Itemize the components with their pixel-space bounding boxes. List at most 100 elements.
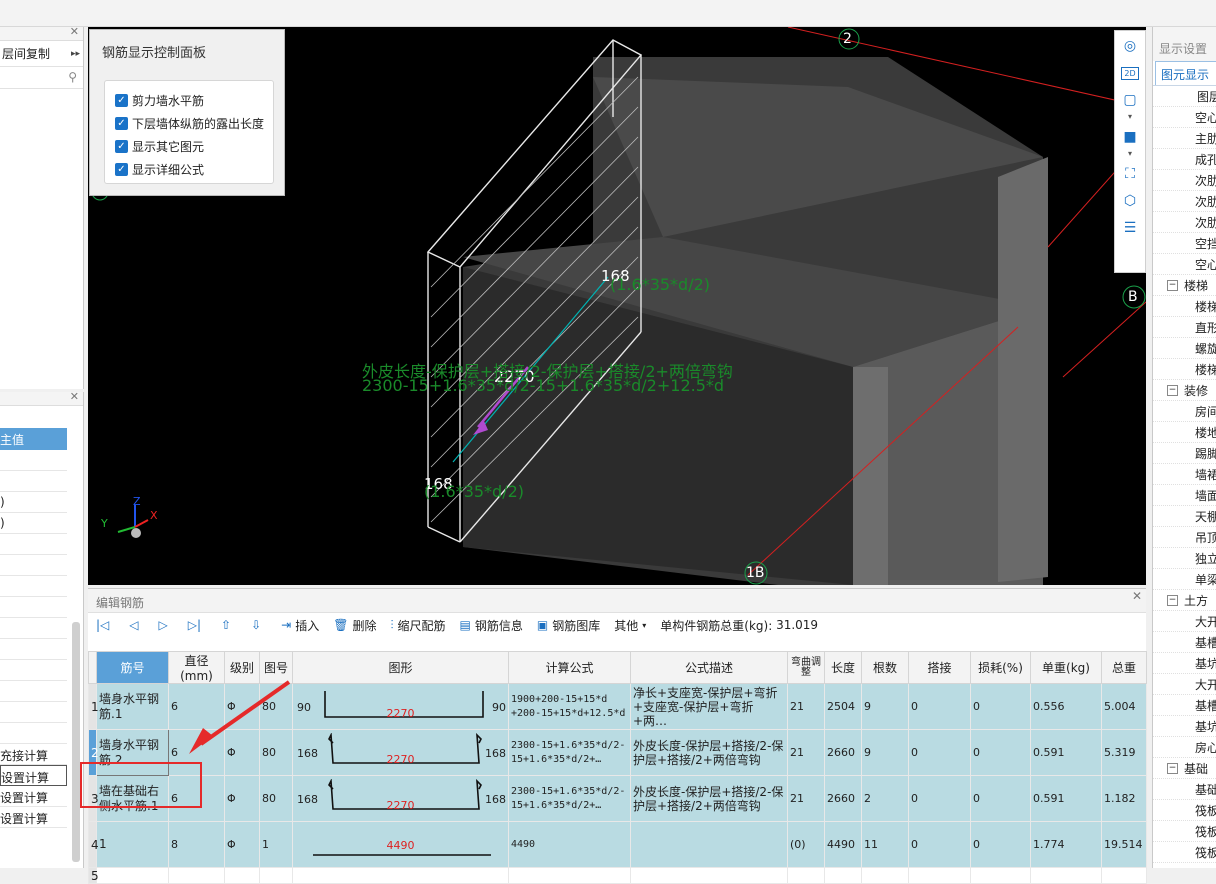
length-cell[interactable]: 2660 bbox=[824, 729, 862, 776]
rebar-info-button[interactable]: ▤ 钢筋信息 bbox=[460, 617, 523, 634]
insert-button[interactable]: ⇥ 插入 bbox=[281, 617, 319, 634]
tree-item[interactable]: 墙面 bbox=[1153, 485, 1216, 506]
tree-item[interactable]: 筏板 bbox=[1153, 821, 1216, 842]
lap-cell[interactable]: 0 bbox=[908, 729, 971, 776]
close-icon[interactable]: ✕ bbox=[70, 390, 79, 403]
calc-item[interactable]: 设置计算 bbox=[0, 807, 67, 828]
column-header[interactable]: 单重(kg) bbox=[1030, 651, 1102, 684]
scale-rebar-button[interactable]: ⫶ 缩尺配筋 bbox=[390, 617, 445, 634]
tree-item[interactable]: 大开 bbox=[1153, 611, 1216, 632]
property-row[interactable] bbox=[0, 618, 67, 639]
checkbox-checked-icon[interactable]: ✓ bbox=[115, 163, 128, 176]
property-row[interactable] bbox=[0, 450, 67, 471]
count-cell[interactable]: 11 bbox=[861, 821, 909, 868]
lap-cell[interactable]: 0 bbox=[908, 821, 971, 868]
unit-weight-cell[interactable]: 1.774 bbox=[1030, 821, 1102, 868]
prev-record-icon[interactable]: ◁ bbox=[129, 618, 138, 632]
table-row[interactable]: 4 1 8 Φ 1 4490 4490 (0) 4490 11 0 0 1.774 19.514 bbox=[88, 821, 1147, 868]
formula-cell[interactable]: 2300-15+1.6*35*d/2-15+1.6*35*d/2+… bbox=[508, 775, 631, 822]
tree-item[interactable]: 楼地 bbox=[1153, 422, 1216, 443]
move-up-icon[interactable]: ⇧ bbox=[221, 618, 231, 632]
tree-item[interactable]: 基槽 bbox=[1153, 632, 1216, 653]
figure-number-cell[interactable]: 1 bbox=[259, 821, 293, 868]
tree-item[interactable]: 次肋 bbox=[1153, 170, 1216, 191]
option-show-other-elements[interactable]: ✓ 显示其它图元 bbox=[115, 135, 273, 158]
tab-element-display[interactable]: 图元显示 bbox=[1155, 61, 1216, 85]
row-number[interactable]: 1 bbox=[88, 683, 99, 730]
tree-item[interactable]: 基槽 bbox=[1153, 695, 1216, 716]
bend-adjust-cell[interactable]: 21 bbox=[787, 683, 825, 730]
box-select-icon[interactable]: ⬡ bbox=[1115, 189, 1145, 213]
rebar-library-button[interactable]: ▣ 钢筋图库 bbox=[537, 617, 600, 634]
diameter-cell[interactable]: 8 bbox=[168, 821, 225, 868]
cube-3d-icon[interactable]: ■ bbox=[1115, 125, 1145, 149]
bend-adjust-cell[interactable]: 21 bbox=[787, 729, 825, 776]
property-row[interactable] bbox=[0, 555, 67, 576]
tree-item[interactable]: 独立 bbox=[1153, 548, 1216, 569]
option-shear-wall-horizontal[interactable]: ✓ 剪力墙水平筋 bbox=[115, 89, 273, 112]
tree-item[interactable]: 次肋 bbox=[1153, 212, 1216, 233]
tree-item[interactable]: 筏板 bbox=[1153, 800, 1216, 821]
description-cell[interactable]: 外皮长度-保护层+搭接/2-保护层+搭接/2+两倍弯钩 bbox=[630, 775, 788, 822]
total-weight-cell[interactable]: 5.004 bbox=[1101, 683, 1147, 730]
property-row[interactable]: ) bbox=[0, 492, 67, 513]
overflow-arrow-icon[interactable]: ▸▸ bbox=[71, 49, 80, 59]
layer-copy-button[interactable]: 层间复制 ▸▸ bbox=[0, 41, 83, 67]
grade-cell[interactable]: Φ bbox=[224, 775, 260, 822]
column-header[interactable]: 弯曲调整 bbox=[787, 651, 825, 684]
vertical-scrollbar[interactable] bbox=[72, 622, 80, 862]
last-record-icon[interactable]: ▷| bbox=[188, 618, 201, 632]
next-record-icon[interactable]: ▷ bbox=[159, 618, 168, 632]
row-number[interactable]: 5 bbox=[88, 867, 99, 884]
column-header[interactable]: 长度 bbox=[824, 651, 862, 684]
orbit-icon[interactable]: ◎ bbox=[1115, 34, 1145, 58]
rebar-shape-cell[interactable]: 168 168 2270 bbox=[292, 775, 509, 822]
fit-view-icon[interactable]: ⛶ bbox=[1115, 162, 1145, 186]
bend-adjust-cell[interactable]: (0) bbox=[787, 821, 825, 868]
checkbox-checked-icon[interactable]: ✓ bbox=[115, 117, 128, 130]
empty-cell[interactable] bbox=[292, 867, 509, 884]
tree-group[interactable]: − 装修 bbox=[1153, 380, 1216, 401]
unit-weight-cell[interactable]: 0.591 bbox=[1030, 729, 1102, 776]
collapse-icon[interactable]: − bbox=[1167, 762, 1178, 774]
property-row[interactable] bbox=[0, 702, 67, 723]
empty-cell[interactable] bbox=[861, 867, 909, 884]
unit-weight-cell[interactable]: 0.556 bbox=[1030, 683, 1102, 730]
count-cell[interactable]: 9 bbox=[861, 683, 909, 730]
length-cell[interactable]: 4490 bbox=[824, 821, 862, 868]
checkbox-checked-icon[interactable]: ✓ bbox=[115, 140, 128, 153]
description-cell[interactable] bbox=[630, 821, 788, 868]
property-row[interactable] bbox=[0, 471, 67, 492]
tree-item[interactable]: 房间 bbox=[1153, 401, 1216, 422]
property-row[interactable] bbox=[0, 660, 67, 681]
grade-cell[interactable]: Φ bbox=[224, 821, 260, 868]
tree-item[interactable]: 空心 bbox=[1153, 107, 1216, 128]
loss-cell[interactable]: 0 bbox=[970, 775, 1031, 822]
empty-cell[interactable] bbox=[787, 867, 825, 884]
calc-item[interactable]: 设置计算 bbox=[0, 765, 67, 786]
empty-cell[interactable] bbox=[508, 867, 631, 884]
tree-item[interactable]: 空心 bbox=[1153, 254, 1216, 275]
property-row[interactable] bbox=[0, 681, 67, 702]
total-weight-cell[interactable]: 19.514 bbox=[1101, 821, 1147, 868]
loss-cell[interactable]: 0 bbox=[970, 729, 1031, 776]
calc-item[interactable]: 设置计算 bbox=[0, 786, 67, 807]
empty-cell[interactable] bbox=[1101, 867, 1147, 884]
empty-cell[interactable] bbox=[630, 867, 788, 884]
tree-group[interactable]: − 基础 bbox=[1153, 758, 1216, 779]
tree-item[interactable]: 成孔 bbox=[1153, 149, 1216, 170]
property-row[interactable] bbox=[0, 723, 67, 744]
cube-front-icon[interactable]: ▢ bbox=[1115, 88, 1145, 112]
property-row[interactable] bbox=[0, 576, 67, 597]
column-header[interactable]: 图形 bbox=[292, 651, 509, 684]
empty-cell[interactable] bbox=[96, 867, 169, 884]
formula-cell[interactable]: 4490 bbox=[508, 821, 631, 868]
tree-item[interactable]: 单梁 bbox=[1153, 569, 1216, 590]
tree-item[interactable]: 天棚 bbox=[1153, 506, 1216, 527]
calc-item[interactable]: 充接计算 bbox=[0, 744, 67, 765]
rebar-shape-cell[interactable]: 168 168 2270 bbox=[292, 729, 509, 776]
collapse-icon[interactable]: − bbox=[1167, 279, 1178, 291]
tree-item[interactable]: 主肋 bbox=[1153, 128, 1216, 149]
tree-item[interactable]: 图层 bbox=[1153, 86, 1216, 107]
empty-cell[interactable] bbox=[259, 867, 293, 884]
